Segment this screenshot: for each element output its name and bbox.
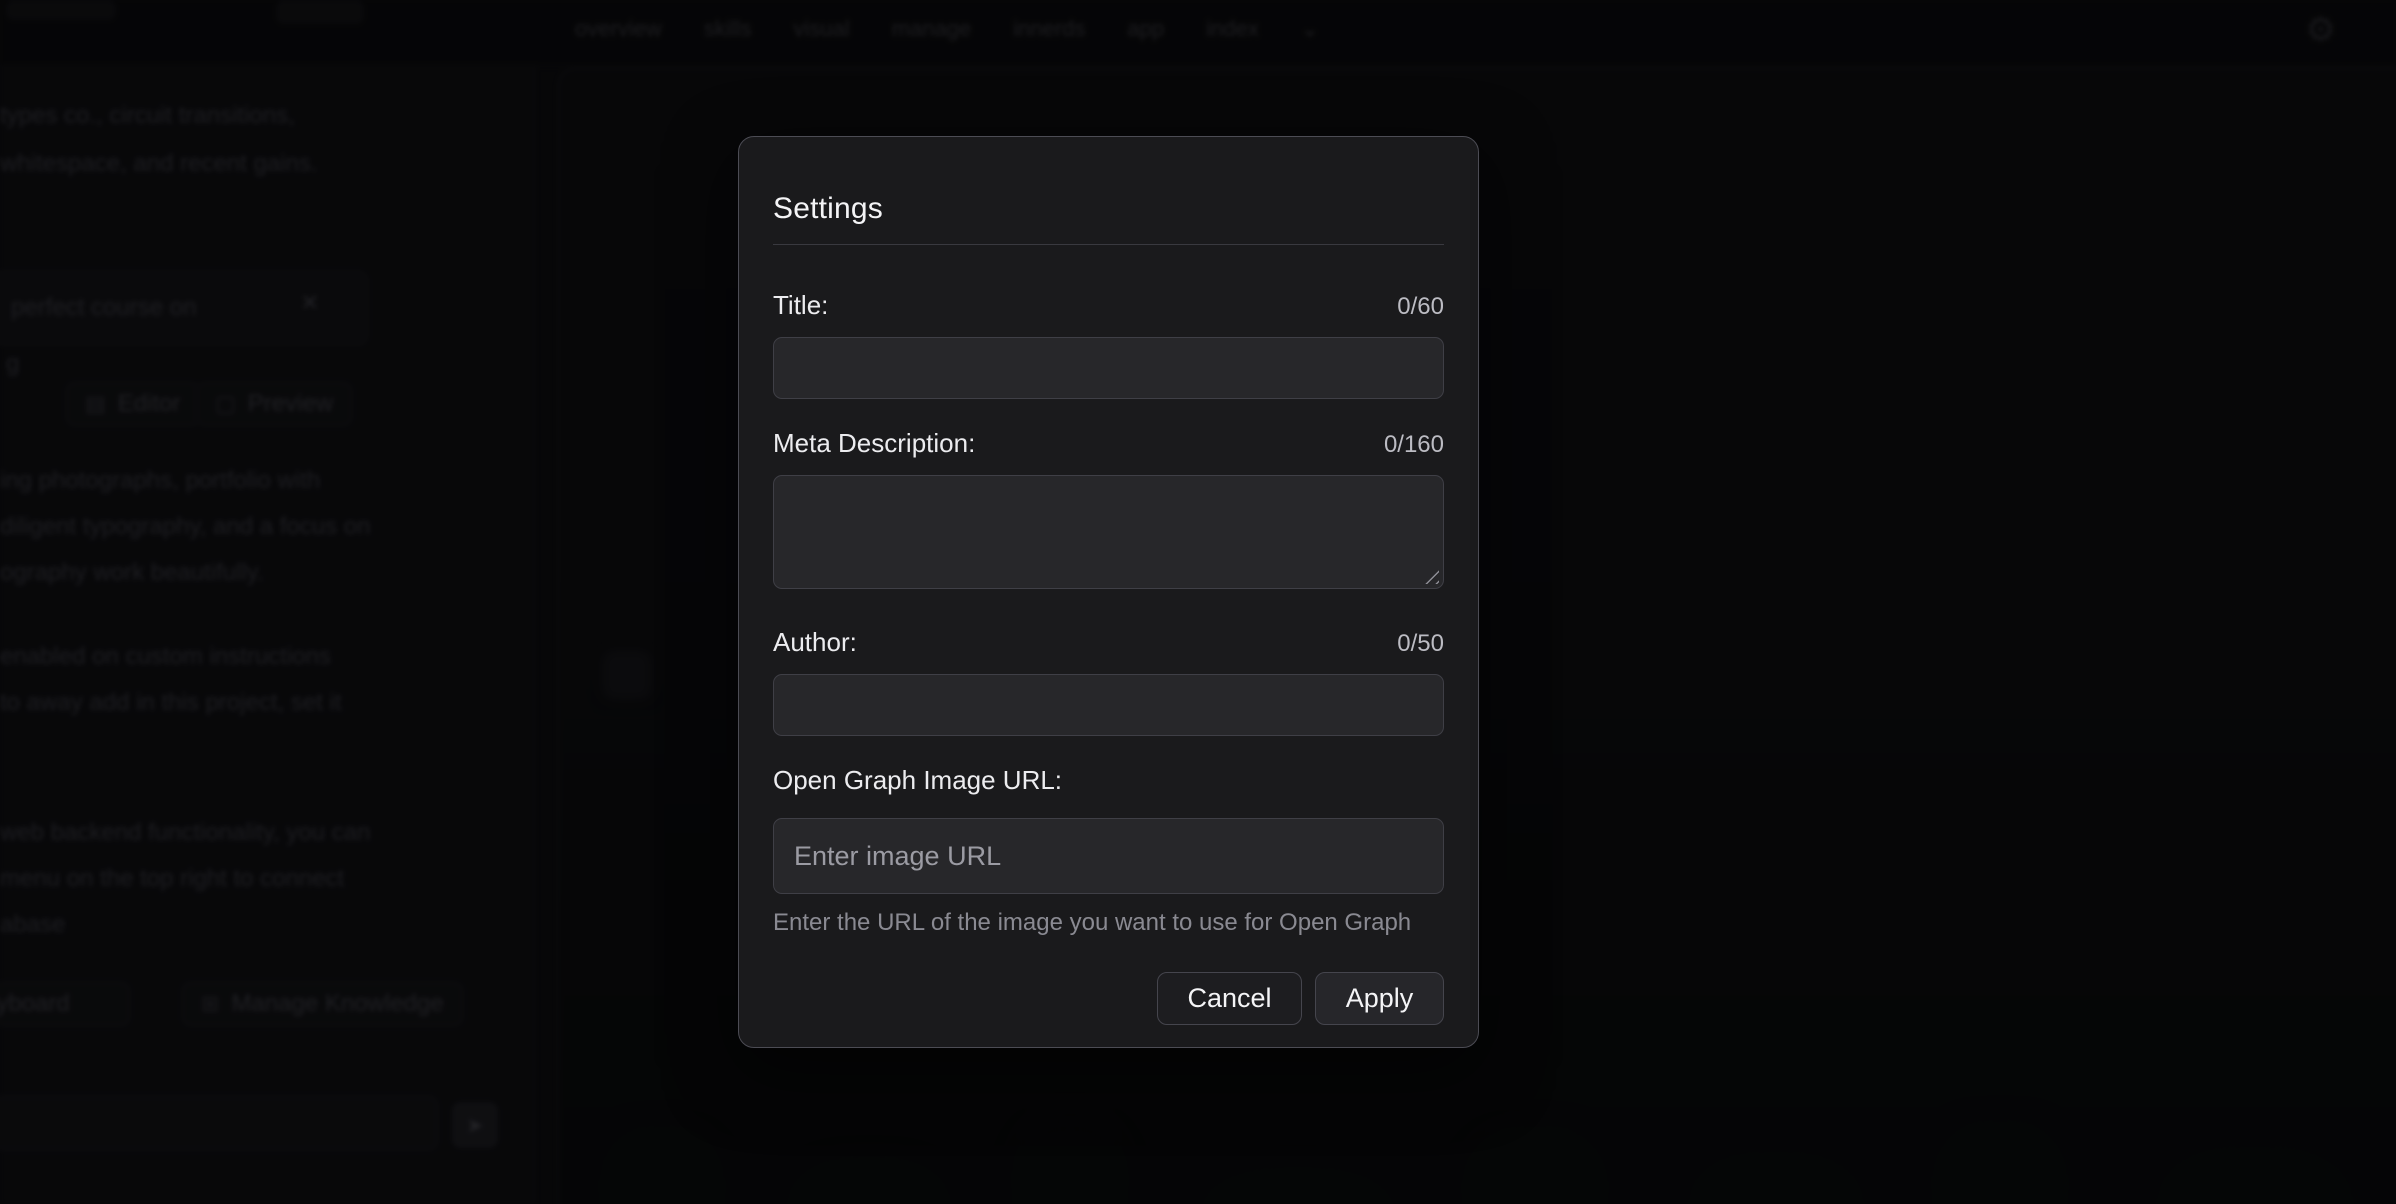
settings-modal: Settings Title: 0/60 Meta Description: 0… [738,136,1479,1048]
title-label: Title: [773,289,828,321]
title-input[interactable] [773,337,1444,399]
meta-description-textarea[interactable] [773,475,1444,589]
modal-title: Settings [773,192,1444,226]
field-meta-description: Meta Description: 0/160 [773,427,1444,589]
author-input[interactable] [773,674,1444,736]
meta-description-label: Meta Description: [773,427,975,459]
cancel-button[interactable]: Cancel [1157,972,1302,1025]
title-char-counter: 0/60 [1397,291,1444,323]
og-image-url-input[interactable] [773,818,1444,894]
modal-title-divider [773,244,1444,245]
modal-actions: Cancel Apply [773,972,1444,1025]
field-author: Author: 0/50 [773,626,1444,736]
og-image-url-helper-text: Enter the URL of the image you want to u… [773,909,1444,937]
author-char-counter: 0/50 [1397,628,1444,660]
field-og-image-url: Open Graph Image URL: Enter the URL of t… [773,764,1444,937]
meta-description-char-counter: 0/160 [1384,429,1444,461]
author-label: Author: [773,626,857,658]
apply-button[interactable]: Apply [1315,972,1444,1025]
og-image-url-label: Open Graph Image URL: [773,764,1062,796]
app-screen: overview skills visual manage innerds ap… [0,0,2396,1204]
field-title: Title: 0/60 [773,289,1444,399]
